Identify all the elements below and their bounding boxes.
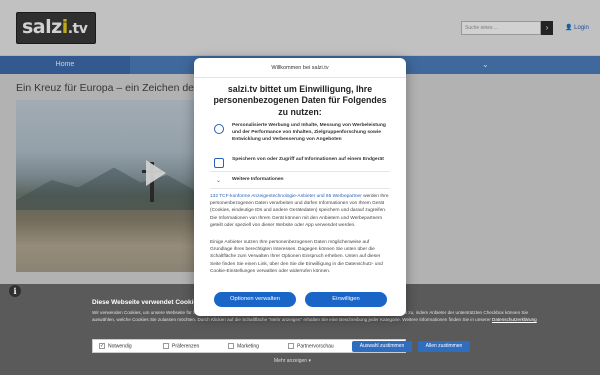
checkbox-label: Präferenzen (172, 343, 200, 350)
info-icon[interactable]: i (9, 285, 21, 297)
accept-selection-button[interactable]: Auswahl zustimmen (352, 341, 412, 352)
checkbox-label: Partnervorschau (297, 343, 334, 350)
checkbox-box (228, 343, 234, 349)
purpose-text: Personalisierte Werbung und Inhalte, Mes… (232, 123, 386, 143)
device-icon (214, 158, 224, 168)
checkbox-label: Notwendig (108, 343, 132, 350)
partners-text: werden Ihre personenbezogenen Daten vera… (210, 194, 389, 228)
purpose-personalisation: Personalisierte Werbung und Inhalte, Mes… (210, 122, 390, 152)
checkbox-label: Marketing (237, 343, 259, 350)
divider (210, 171, 390, 172)
checkbox-partnervorschau[interactable]: Partnervorschau (288, 343, 334, 349)
consent-button[interactable]: Einwilligen (305, 292, 387, 307)
checkbox-box (288, 343, 294, 349)
checkbox-box (163, 343, 169, 349)
dialog-title: salzi.tv bittet um Einwilligung, Ihre pe… (213, 84, 387, 117)
consent-dialog: Willkommen bei salzi.tv salzi.tv bittet … (194, 58, 406, 316)
cookie-bar-title: Diese Webseite verwendet Cookies (92, 299, 201, 306)
purpose-text: Speichern von oder Zugriff auf Informati… (232, 157, 384, 162)
chevron-down-icon: ⌄ (216, 178, 222, 184)
divider (210, 188, 390, 189)
manage-options-button[interactable]: Optionen verwalten (214, 292, 296, 307)
checkbox-praeferenzen[interactable]: Präferenzen (163, 343, 199, 349)
show-more-link[interactable]: Mehr anzeigen ▾ (274, 358, 311, 364)
dialog-header: Willkommen bei salzi.tv (194, 58, 406, 78)
checkmark-icon: ✓ (99, 343, 105, 349)
person-icon (214, 124, 224, 134)
checkbox-marketing[interactable]: Marketing (228, 343, 259, 349)
more-info-toggle[interactable]: ⌄ Weitere Informationen (210, 176, 390, 184)
purpose-text: Weitere Informationen (232, 177, 284, 182)
privacy-policy-link[interactable]: Datenschutzerklärung (492, 317, 537, 322)
dialog-body-partners: 132 TCF-konforme Anzeigentechnologie-Anb… (210, 193, 390, 229)
partners-link[interactable]: 132 TCF-konforme Anzeigentechnologie-Anb… (210, 194, 362, 199)
accept-all-button[interactable]: Allen zustimmen (418, 341, 470, 352)
purpose-storage: Speichern von oder Zugriff auf Informati… (210, 156, 390, 170)
dialog-body-interest: Einige Anbieter nutzen Ihre personenbezo… (210, 240, 383, 274)
checkbox-notwendig[interactable]: ✓ Notwendig (99, 343, 132, 349)
